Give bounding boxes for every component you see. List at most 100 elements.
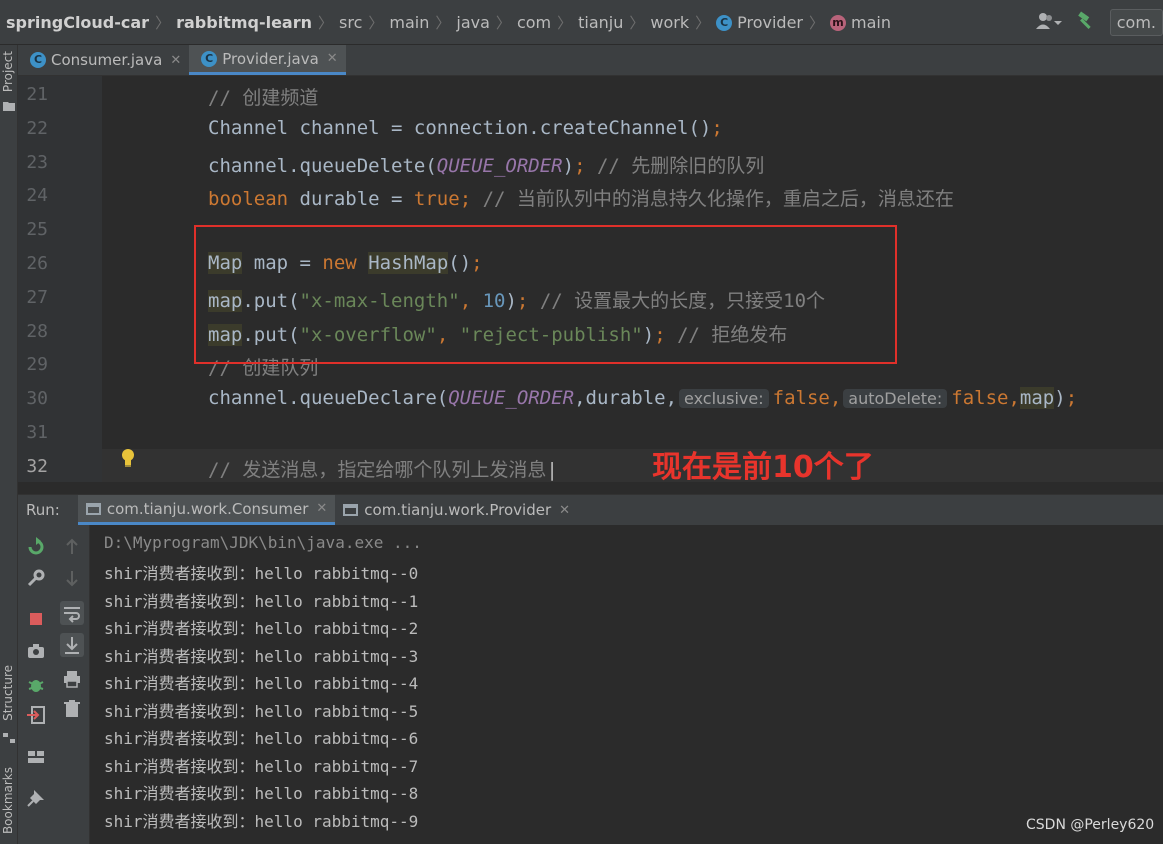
run-toolbar-primary	[18, 525, 54, 844]
bookmarks-tool-tab[interactable]: Bookmarks	[1, 767, 15, 834]
scroll-to-end-icon[interactable]	[60, 633, 84, 657]
java-class-icon	[30, 52, 46, 68]
trash-icon[interactable]	[62, 699, 82, 719]
stop-icon[interactable]	[26, 609, 46, 629]
console-icon	[85, 502, 101, 515]
run-tab-provider[interactable]: com.tianju.work.Provider ✕	[335, 495, 578, 525]
parameter-hint: exclusive:	[679, 389, 769, 408]
toolbar-right: com.	[1022, 0, 1163, 45]
breadcrumb-tianju[interactable]: tianju	[578, 13, 623, 32]
breadcrumb-src[interactable]: src	[339, 13, 362, 32]
console-output[interactable]: D:\Myprogram\JDK\bin\java.exe ... shir消费…	[90, 525, 1163, 844]
debug-bug-icon[interactable]	[26, 675, 46, 695]
code-line: // 创建频道	[208, 83, 318, 110]
structure-tool-tab[interactable]: Structure	[1, 665, 15, 721]
structure-icon	[3, 733, 15, 743]
breadcrumb-separator: 〉	[435, 14, 451, 32]
code-line: Channel channel = connection.createChann…	[208, 117, 723, 139]
run-tab-consumer[interactable]: com.tianju.work.Consumer ✕	[77, 495, 336, 525]
console-icon	[343, 504, 359, 516]
console-line: shir消费者接收到：hello rabbitmq--4	[104, 674, 419, 693]
code-expr: )	[562, 155, 575, 177]
run-panel-header: Run: com.tianju.work.Consumer ✕ com.tian…	[18, 494, 1163, 525]
code-comment: // 当前队列中的消息持久化操作，重启之后，消息还在	[471, 188, 954, 210]
code-constant: QUEUE_ORDER	[448, 387, 575, 409]
line-number: 26	[26, 253, 48, 274]
tab-label: Provider.java	[222, 49, 319, 68]
arrow-up-icon[interactable]	[62, 537, 82, 557]
breadcrumb-separator: 〉	[318, 14, 334, 32]
breadcrumb-separator: 〉	[695, 14, 711, 32]
run-tab-label: com.tianju.work.Consumer	[106, 499, 309, 518]
breadcrumb-main[interactable]: main	[389, 13, 429, 32]
breadcrumb-separator: 〉	[629, 14, 645, 32]
line-number: 27	[26, 287, 48, 308]
layout-icon[interactable]	[26, 747, 46, 767]
code-type: Channel	[208, 117, 289, 139]
code-expr: )	[1054, 387, 1066, 409]
tab-consumer-java[interactable]: Consumer.java ✕	[18, 45, 189, 75]
breadcrumb-method-main[interactable]: main	[851, 13, 891, 32]
line-number: 25	[26, 219, 48, 240]
console-line: shir消费者接收到：hello rabbitmq--3	[104, 647, 419, 666]
code-semicolon: ;	[459, 188, 472, 210]
close-icon[interactable]: ✕	[327, 51, 338, 66]
highlight-annotation-box	[194, 225, 897, 364]
print-icon[interactable]	[62, 669, 82, 689]
left-tool-stripe: Project Structure Bookmarks	[0, 45, 18, 844]
java-class-icon	[201, 50, 218, 67]
run-toolbar-secondary	[54, 525, 90, 844]
close-icon[interactable]: ✕	[170, 53, 181, 68]
user-account-icon[interactable]	[1035, 12, 1062, 34]
code-expr: channel.queueDeclare(	[208, 387, 449, 409]
code-comment: // 发送消息，指定给哪个队列上发消息	[208, 459, 547, 481]
console-command-line: D:\Myprogram\JDK\bin\java.exe ...	[104, 533, 422, 552]
line-number: 23	[26, 152, 48, 173]
breadcrumb-project[interactable]: springCloud-car	[6, 13, 149, 32]
code-keyword: false	[951, 387, 1009, 409]
watermark: CSDN @Perley620	[1026, 817, 1155, 833]
run-configuration-select[interactable]: com.	[1109, 9, 1163, 36]
console-line: shir消费者接收到：hello rabbitmq--7	[104, 757, 419, 776]
breadcrumb-com[interactable]: com	[517, 13, 551, 32]
project-tool-tab[interactable]: Project	[1, 51, 15, 92]
code-line: channel.queueDeclare(QUEUE_ORDER,durable…	[208, 387, 1077, 409]
code-keyword: true	[413, 188, 460, 210]
java-class-icon	[716, 14, 733, 31]
breadcrumb-java[interactable]: java	[456, 13, 490, 32]
wrench-icon[interactable]	[26, 568, 46, 588]
build-hammer-icon[interactable]	[1076, 10, 1096, 35]
breadcrumb-separator: 〉	[495, 14, 511, 32]
pin-icon[interactable]	[26, 788, 46, 808]
code-identifier: map	[1019, 387, 1055, 409]
code-editor[interactable]: 21 22 23 24 25 26 27 28 29 30 31 32 // 创…	[18, 76, 1163, 482]
console-line: shir消费者接收到：hello rabbitmq--2	[104, 619, 419, 638]
line-number: 28	[26, 321, 48, 342]
breadcrumb-separator: 〉	[557, 14, 573, 32]
run-tab-label: com.tianju.work.Provider	[364, 501, 552, 519]
camera-icon[interactable]	[26, 641, 46, 661]
code-constant: QUEUE_ORDER	[436, 155, 563, 177]
lightbulb-icon[interactable]	[120, 448, 136, 468]
close-icon[interactable]: ✕	[559, 503, 570, 518]
console-line: shir消费者接收到：hello rabbitmq--8	[104, 784, 419, 803]
console-line: shir消费者接收到：hello rabbitmq--6	[104, 729, 419, 748]
parameter-hint: autoDelete:	[843, 389, 948, 408]
breadcrumb-separator: 〉	[155, 14, 171, 32]
line-number: 31	[26, 422, 48, 443]
breadcrumb-module[interactable]: rabbitmq-learn	[176, 13, 312, 32]
close-icon[interactable]: ✕	[316, 501, 327, 516]
arrow-down-icon[interactable]	[62, 568, 82, 588]
breadcrumb-provider[interactable]: Provider	[737, 13, 803, 32]
console-line: shir消费者接收到：hello rabbitmq--1	[104, 592, 419, 611]
console-line: shir消费者接收到：hello rabbitmq--5	[104, 702, 419, 721]
tab-label: Consumer.java	[51, 51, 163, 69]
soft-wrap-icon[interactable]	[60, 601, 84, 625]
login-exit-icon[interactable]	[26, 705, 46, 725]
folder-icon	[3, 102, 15, 111]
breadcrumb-work[interactable]: work	[650, 13, 689, 32]
code-expr: durable =	[288, 188, 414, 210]
code-keyword: boolean	[208, 188, 289, 210]
rerun-icon[interactable]	[26, 537, 46, 557]
tab-provider-java[interactable]: Provider.java ✕	[189, 45, 346, 75]
